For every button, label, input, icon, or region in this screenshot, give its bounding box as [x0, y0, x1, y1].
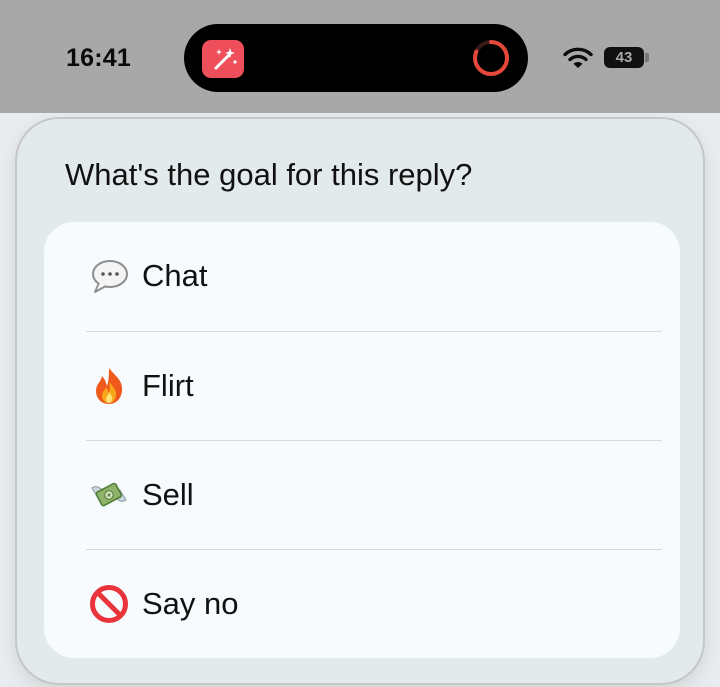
option-chat[interactable]: Chat — [44, 222, 680, 331]
battery-tip — [645, 53, 649, 62]
speech-bubble-icon — [88, 255, 130, 297]
battery-indicator: 43 — [604, 47, 644, 68]
sheet-title: What's the goal for this reply? — [65, 157, 473, 192]
option-sell[interactable]: Sell — [44, 441, 680, 550]
option-label: Flirt — [142, 368, 194, 403]
money-with-wings-icon — [88, 474, 130, 516]
status-time: 16:41 — [66, 44, 131, 72]
magic-wand-icon[interactable] — [202, 40, 244, 78]
option-flirt[interactable]: Flirt — [44, 332, 680, 441]
reply-goal-sheet: What's the goal for this reply? Chat Fli… — [15, 117, 705, 685]
option-label: Chat — [142, 258, 208, 293]
dynamic-island[interactable] — [184, 24, 528, 92]
goal-options-list: Chat Flirt Sell Say no — [44, 222, 680, 658]
prohibited-icon — [88, 583, 130, 625]
option-label: Sell — [142, 477, 194, 512]
status-bar: 16:41 43 — [0, 0, 720, 113]
activity-progress-ring-icon — [471, 38, 511, 78]
fire-icon — [88, 365, 130, 407]
option-label: Say no — [142, 586, 239, 621]
option-say-no[interactable]: Say no — [44, 550, 680, 658]
wifi-icon — [563, 46, 593, 70]
